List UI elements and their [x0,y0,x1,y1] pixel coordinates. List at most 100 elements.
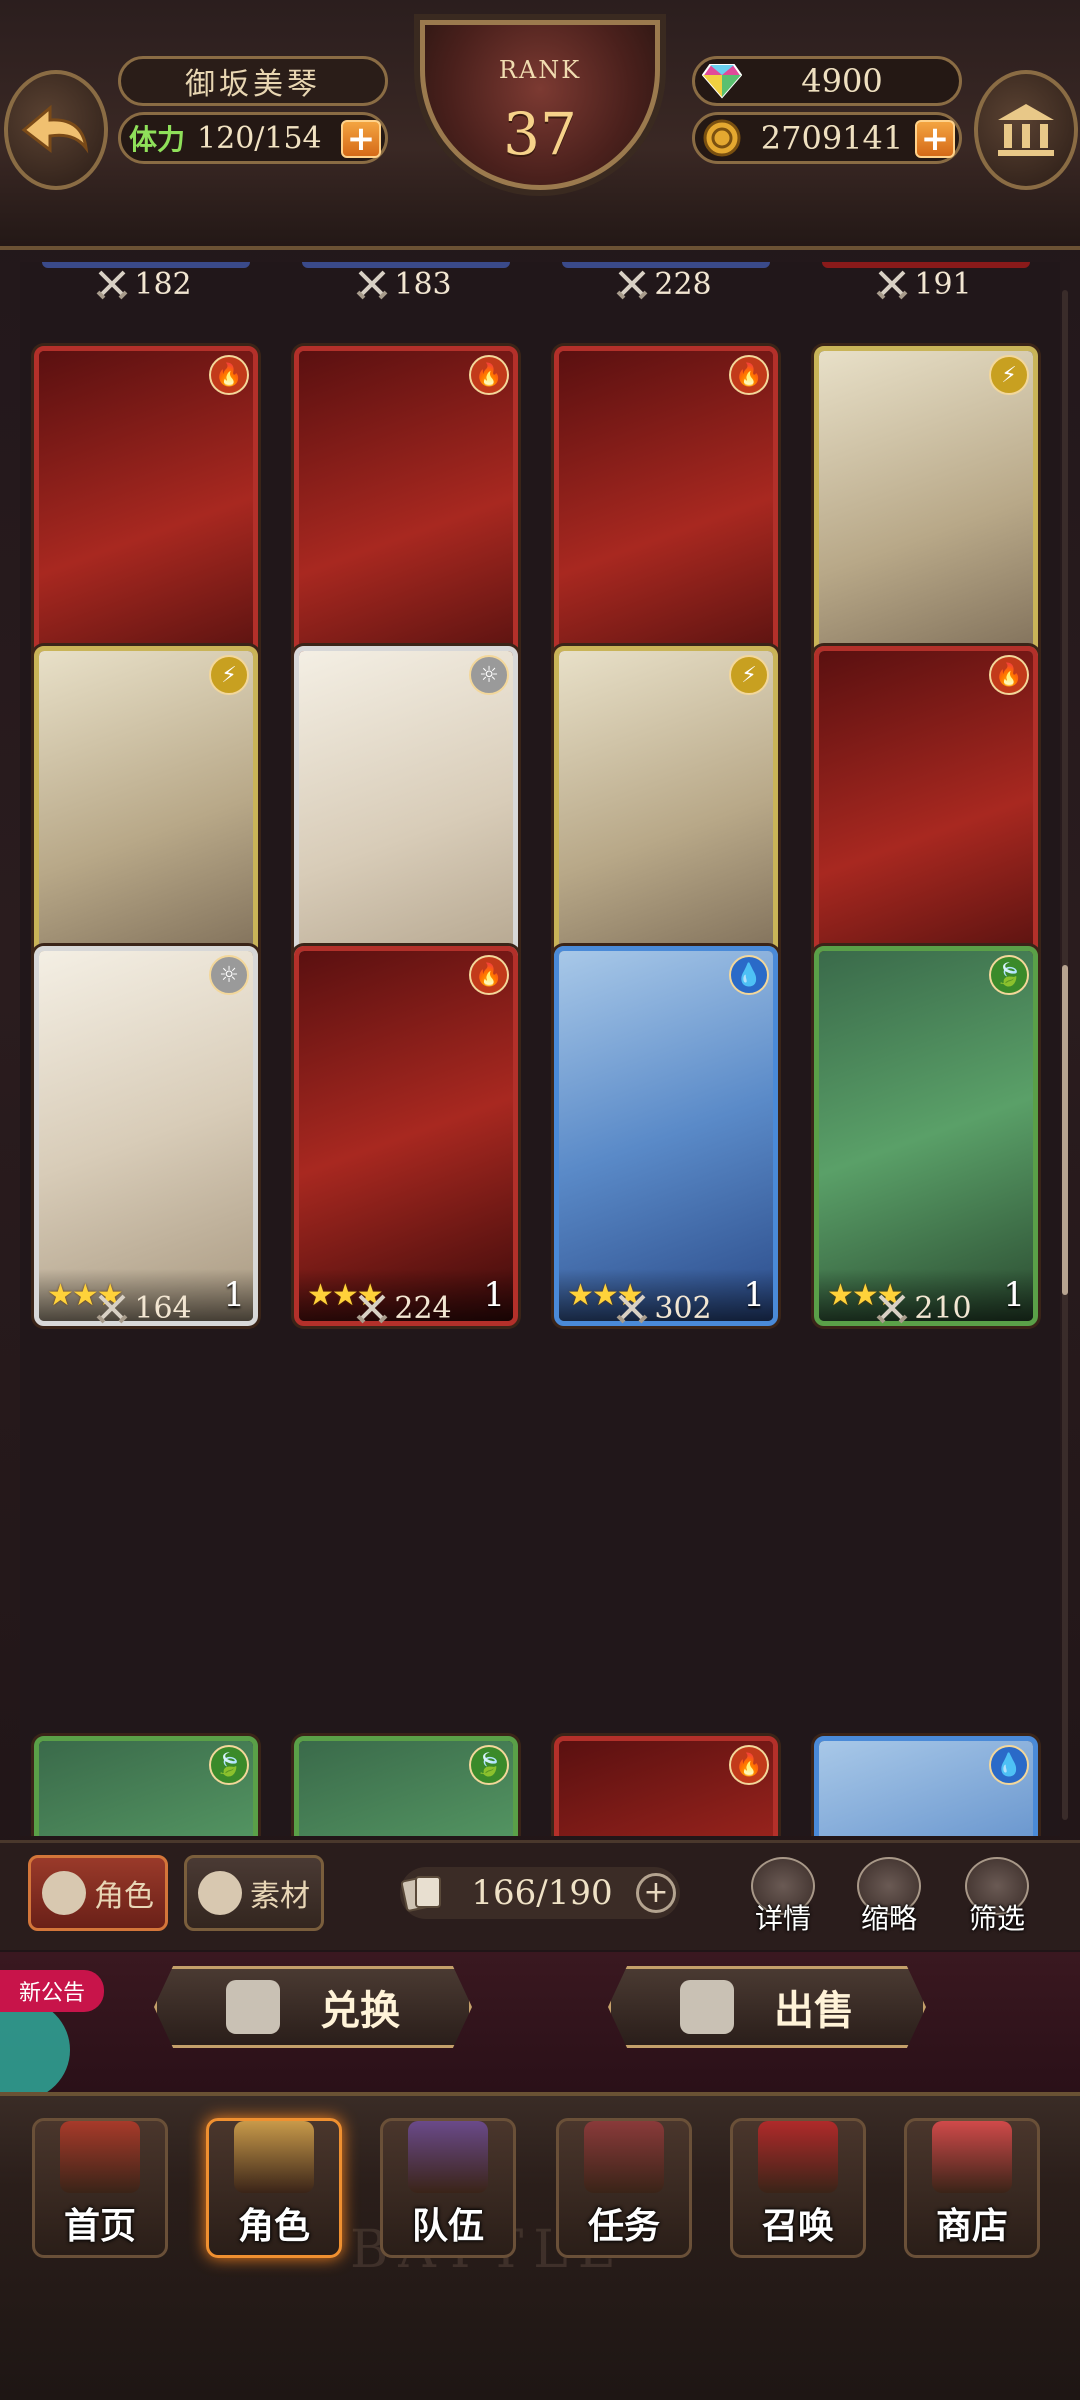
thunder-element-icon: ⚡ [729,655,769,695]
rank-value: 37 [503,100,577,168]
grid-scroll-thumb[interactable] [1062,965,1068,1295]
details-button[interactable]: 详情 [744,1857,822,1937]
gold-counter: 2709141 + [692,112,962,164]
gem-value: 4900 [801,62,883,100]
character-card[interactable]: 🔥 ★★★ 1 [294,946,518,1326]
wood-element-icon: 🍃 [989,955,1029,995]
sell-button[interactable]: 出售 [608,1966,926,2048]
character-card[interactable]: ☼ ★★★ 1 [34,946,258,1326]
nav-label: 召唤 [761,2206,834,2247]
nav-label: 角色 [237,2206,310,2247]
expand-capacity-button[interactable]: + [636,1873,676,1913]
tab-material-label: 素材 [250,1879,310,1914]
nav-label: 队伍 [411,2206,484,2247]
cards-icon [400,1873,448,1913]
nav-label: 首页 [63,2206,136,2247]
add-stamina-button[interactable]: + [341,120,381,158]
light-element-icon: ☼ [209,955,249,995]
power-value: 191 [914,266,972,302]
nav-quest[interactable]: 任务 [556,2118,692,2258]
partial-card-bottom[interactable]: 💧 [814,1736,1038,1836]
fire-element-icon: 🔥 [989,655,1029,695]
home-icon [60,2121,140,2193]
puzzle-icon [226,1980,280,2034]
coin-icon [699,115,745,161]
character-portrait [819,951,1033,1321]
back-arrow-icon [21,104,89,154]
tab-character[interactable]: 角色 [28,1855,168,1931]
inventory-toolbar: 角色 素材 166/190 + 详情 缩略 筛选 [0,1840,1080,1950]
rank-label: RANK [498,56,582,84]
power-value: 224 [394,1290,452,1326]
exchange-button[interactable]: 兑换 [154,1966,472,2048]
thunder-element-icon: ⚡ [209,655,249,695]
fire-element-icon: 🔥 [729,355,769,395]
wood-element-icon: 🍃 [469,1745,509,1785]
power-value: 183 [394,266,452,302]
power-value: 302 [654,1290,712,1326]
card-power: 302 [554,1286,774,1330]
nav-summon[interactable]: 召唤 [730,2118,866,2258]
compact-label: 缩略 [860,1902,917,1935]
team-icon [408,2121,488,2193]
stamina-label: 体力 [129,123,186,156]
bank-icon [998,104,1054,156]
character-portrait [559,951,773,1321]
wood-element-icon: 🍃 [209,1745,249,1785]
rank-emblem: RANK 37 [395,20,685,210]
app-root: { "header": { "player_name": "御坂美琴", "st… [0,0,1080,2400]
stamina-bar: 体力 120/154 + [118,112,388,164]
details-label: 详情 [754,1902,811,1935]
exchange-label: 兑换 [320,1988,400,2034]
gem-counter: 4900 [692,56,962,106]
crossed-swords-icon [96,1294,128,1324]
water-element-icon: 💧 [729,955,769,995]
fire-element-icon: 🔥 [729,1745,769,1785]
character-portrait [39,951,253,1321]
fire-element-icon: 🔥 [469,355,509,395]
character-icon [234,2121,314,2193]
partial-card-bottom[interactable]: 🍃 [34,1736,258,1836]
quest-icon [584,2121,664,2193]
power-value: 228 [654,266,712,302]
back-button[interactable] [4,70,108,190]
tab-material[interactable]: 素材 [184,1855,324,1931]
character-card[interactable]: 💧 ★★★ 1 [554,946,778,1326]
fire-element-icon: 🔥 [469,955,509,995]
crossed-swords-icon [96,270,128,300]
capacity-value: 166/190 [471,1873,613,1913]
bank-button[interactable] [974,70,1078,190]
water-element-icon: 💧 [989,1745,1029,1785]
material-tab-icon [198,1871,242,1915]
nav-label: 商店 [935,2206,1008,2247]
shop-icon [932,2121,1012,2193]
tab-character-label: 角色 [94,1879,154,1914]
power-value: 164 [134,1290,192,1326]
filter-label: 筛选 [968,1902,1025,1935]
nav-team[interactable]: 队伍 [380,2118,516,2258]
compact-view-button[interactable]: 缩略 [850,1857,928,1937]
crossed-swords-icon [616,1294,648,1324]
partial-card-bottom[interactable]: 🍃 [294,1736,518,1836]
crossed-swords-icon [356,270,388,300]
nav-home[interactable]: 首页 [32,2118,168,2258]
fire-element-icon: 🔥 [209,355,249,395]
character-card[interactable]: 🍃 ★★★ 1 [814,946,1038,1326]
nav-character[interactable]: 角色 [206,2118,342,2258]
partial-card-bottom[interactable]: 🔥 [554,1736,778,1836]
player-name: 御坂美琴 [118,56,388,106]
sell-label: 出售 [774,1988,854,2034]
nav-shop[interactable]: 商店 [904,2118,1040,2258]
power-value: 210 [914,1290,972,1326]
light-element-icon: ☼ [469,655,509,695]
summon-icon [758,2121,838,2193]
character-grid[interactable]: 182183228191 🔥 ★★★ 15 322 🔥 ★★★ 15 314 🔥… [20,262,1060,1836]
money-bag-icon [680,1980,734,2034]
news-badge[interactable]: 新公告 [0,1970,104,2012]
card-power: 191 [814,262,1034,306]
filter-button[interactable]: 筛选 [958,1857,1036,1937]
add-gold-button[interactable]: + [915,120,955,158]
nav-label: 任务 [587,2206,660,2247]
crossed-swords-icon [876,270,908,300]
card-power: 164 [34,1286,254,1330]
